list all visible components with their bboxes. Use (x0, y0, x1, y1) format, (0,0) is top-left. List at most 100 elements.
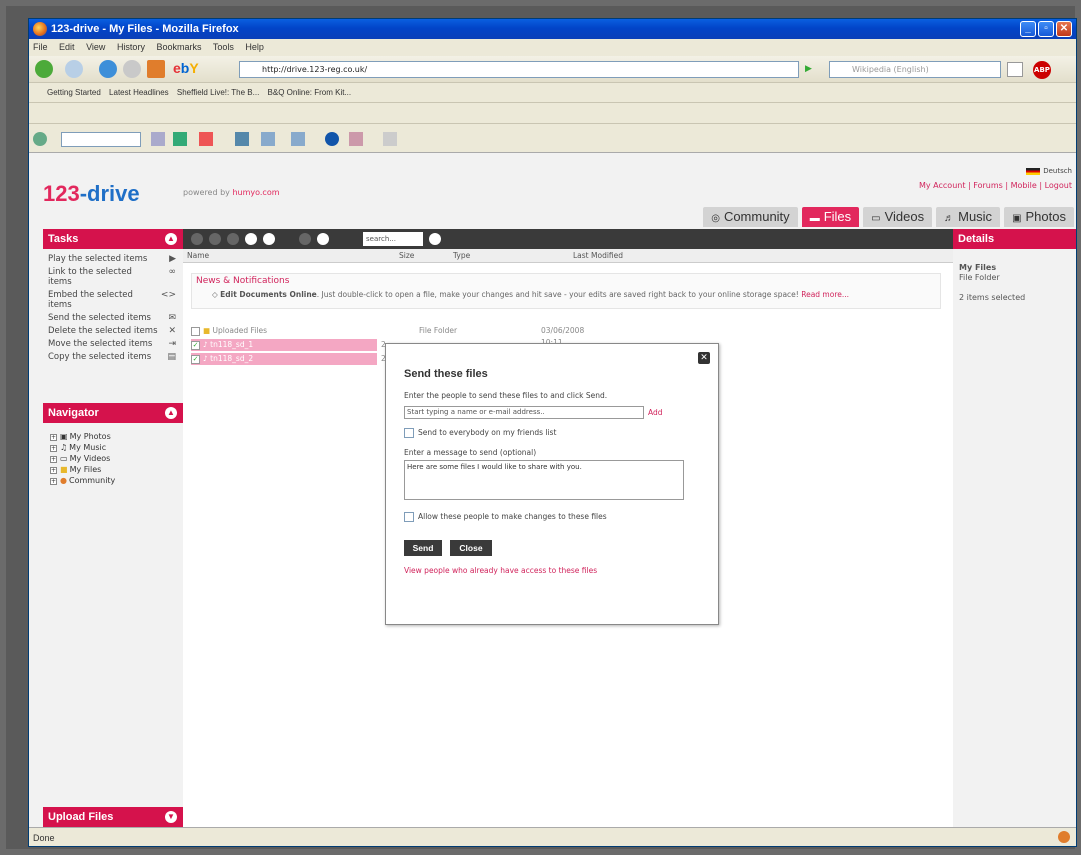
menu-file[interactable]: File (33, 42, 48, 52)
close-icon[interactable]: ✕ (698, 352, 710, 364)
task-send[interactable]: Send the selected items ✉ (48, 313, 178, 323)
toolbar-clip-icon[interactable] (383, 132, 397, 146)
123-drive-logo[interactable]: 123-drive (43, 181, 140, 207)
menu-tools[interactable]: Tools (213, 42, 234, 52)
photos-icon: ▣ (60, 432, 68, 441)
videos-icon: ▭ (60, 454, 68, 463)
forward-icon[interactable] (65, 60, 83, 78)
bookmark-bq[interactable]: B&Q Online: From Kit... (268, 88, 352, 97)
minimize-button[interactable]: _ (1020, 21, 1036, 37)
view-icon[interactable] (299, 233, 311, 245)
add-link[interactable]: Add (648, 408, 663, 417)
nav-my-music[interactable]: + ♫ My Music (50, 442, 178, 453)
tab-videos[interactable]: ▭ Videos (863, 207, 933, 227)
row-checkbox[interactable]: ✓ (191, 340, 200, 350)
toolbar-dropdown-icon[interactable] (151, 132, 165, 146)
language-switch[interactable]: Deutsch (1026, 167, 1072, 175)
send-everybody-checkbox[interactable]: Send to everybody on my friends list (404, 428, 556, 438)
up-folder-icon[interactable] (245, 233, 257, 245)
stop-icon[interactable] (123, 60, 141, 78)
nav-community[interactable]: + ● Community (50, 475, 178, 486)
row-checkbox[interactable] (191, 326, 200, 336)
upload-header[interactable]: Upload Files ▼ (43, 807, 183, 827)
home-icon[interactable] (147, 60, 165, 78)
close-window-button[interactable]: ✕ (1056, 21, 1072, 37)
close-button[interactable]: Close (450, 540, 492, 556)
toolbar-find-icon[interactable] (235, 132, 249, 146)
tab-photos[interactable]: ▣ Photos (1004, 207, 1074, 227)
recipient-input[interactable]: Start typing a name or e-mail address.. (404, 406, 644, 419)
collapse-icon[interactable]: ▲ (165, 407, 177, 419)
bookmark-sheffield[interactable]: Sheffield Live!: The B... (177, 88, 259, 97)
news-box: News & Notifications ◇ Edit Documents On… (191, 273, 941, 309)
send-button[interactable]: Send (404, 540, 442, 556)
expand-icon[interactable]: + (50, 445, 57, 452)
task-move[interactable]: Move the selected items ⇥ (48, 339, 178, 349)
allow-changes-checkbox[interactable]: Allow these people to make changes to th… (404, 512, 607, 522)
search-icon[interactable] (429, 233, 441, 245)
search-engine-box[interactable]: Wikipedia (English) (829, 61, 1001, 78)
account-links[interactable]: My Account | Forums | Mobile | Logout (919, 181, 1072, 190)
toolbar-pen-icon[interactable] (199, 132, 213, 146)
prev-page-icon[interactable] (209, 233, 221, 245)
task-copy[interactable]: Copy the selected items ▤ (48, 352, 178, 362)
expand-icon[interactable]: + (50, 478, 57, 485)
menu-edit[interactable]: Edit (59, 42, 75, 52)
task-play[interactable]: Play the selected items ▶ (48, 254, 178, 264)
expand-icon[interactable]: ▼ (165, 811, 177, 823)
menu-bookmarks[interactable]: Bookmarks (156, 42, 201, 52)
view-access-link[interactable]: View people who already have access to t… (404, 566, 597, 575)
task-link[interactable]: Link to the selected items ∞ (48, 267, 178, 287)
ebay-icon[interactable]: ebY (173, 60, 199, 76)
bookmark-latest-headlines[interactable]: Latest Headlines (109, 88, 169, 97)
bookmark-getting-started[interactable]: Getting Started (47, 88, 101, 97)
file-row-uploaded[interactable]: ■ Uploaded FilesFile Folder03/06/2008 10… (191, 325, 584, 347)
column-type[interactable]: Type (453, 249, 470, 263)
menu-help[interactable]: Help (245, 42, 264, 52)
nav-my-files[interactable]: + ■ My Files (50, 464, 178, 475)
back-icon[interactable] (35, 60, 53, 78)
file-search-input[interactable]: search... (363, 232, 423, 246)
search-icon[interactable] (1007, 62, 1023, 77)
menu-view[interactable]: View (86, 42, 105, 52)
row-checkbox[interactable]: ✓ (191, 354, 200, 364)
message-textarea[interactable]: Here are some files I would like to shar… (404, 460, 684, 500)
toolbar-info-icon[interactable] (325, 132, 339, 146)
first-page-icon[interactable] (191, 233, 203, 245)
expand-icon[interactable]: + (50, 434, 57, 441)
task-delete[interactable]: Delete the selected items ✕ (48, 326, 178, 336)
file-row-selected-2[interactable]: ✓ ♪ tn118_sd_2 2 (191, 353, 386, 365)
file-row-selected-1[interactable]: ✓ ♪ tn118_sd_1 2 (191, 339, 386, 351)
column-modified[interactable]: Last Modified (573, 249, 623, 263)
task-embed[interactable]: Embed the selected items <> (48, 290, 178, 310)
copy-icon: ▤ (167, 352, 176, 362)
menu-history[interactable]: History (117, 42, 145, 52)
navigator-header[interactable]: Navigator ▲ (43, 403, 183, 423)
new-folder-icon[interactable] (263, 233, 275, 245)
toolbar-zoom-icon[interactable] (261, 132, 275, 146)
address-bar[interactable]: http://drive.123-reg.co.uk/ (239, 61, 799, 78)
tab-community[interactable]: ◎ Community (703, 207, 798, 227)
go-icon[interactable]: ▶ (805, 64, 812, 74)
tab-files[interactable]: ▬ Files (801, 207, 860, 227)
tab-music[interactable]: ♬ Music (936, 207, 1001, 227)
toolbar-search-icon[interactable] (291, 132, 305, 146)
maximize-button[interactable]: ▫ (1038, 21, 1054, 37)
toolbar-search-input[interactable] (61, 132, 141, 147)
collapse-icon[interactable]: ▲ (165, 233, 177, 245)
toolbar-share-icon[interactable] (349, 132, 363, 146)
toolbar-tool-icon[interactable] (173, 132, 187, 146)
reload-icon[interactable] (99, 60, 117, 78)
toolbar-logo-icon[interactable] (33, 132, 47, 146)
tasks-header[interactable]: Tasks ▲ (43, 229, 183, 249)
nav-my-photos[interactable]: + ▣ My Photos (50, 431, 178, 442)
read-more-link[interactable]: Read more... (801, 290, 849, 299)
expand-icon[interactable]: + (50, 456, 57, 463)
nav-my-videos[interactable]: + ▭ My Videos (50, 453, 178, 464)
adblock-icon[interactable]: ABP (1033, 61, 1051, 79)
add-icon[interactable] (317, 233, 329, 245)
column-size[interactable]: Size (399, 249, 414, 263)
expand-icon[interactable]: + (50, 467, 57, 474)
next-page-icon[interactable] (227, 233, 239, 245)
column-name[interactable]: Name (187, 249, 209, 263)
